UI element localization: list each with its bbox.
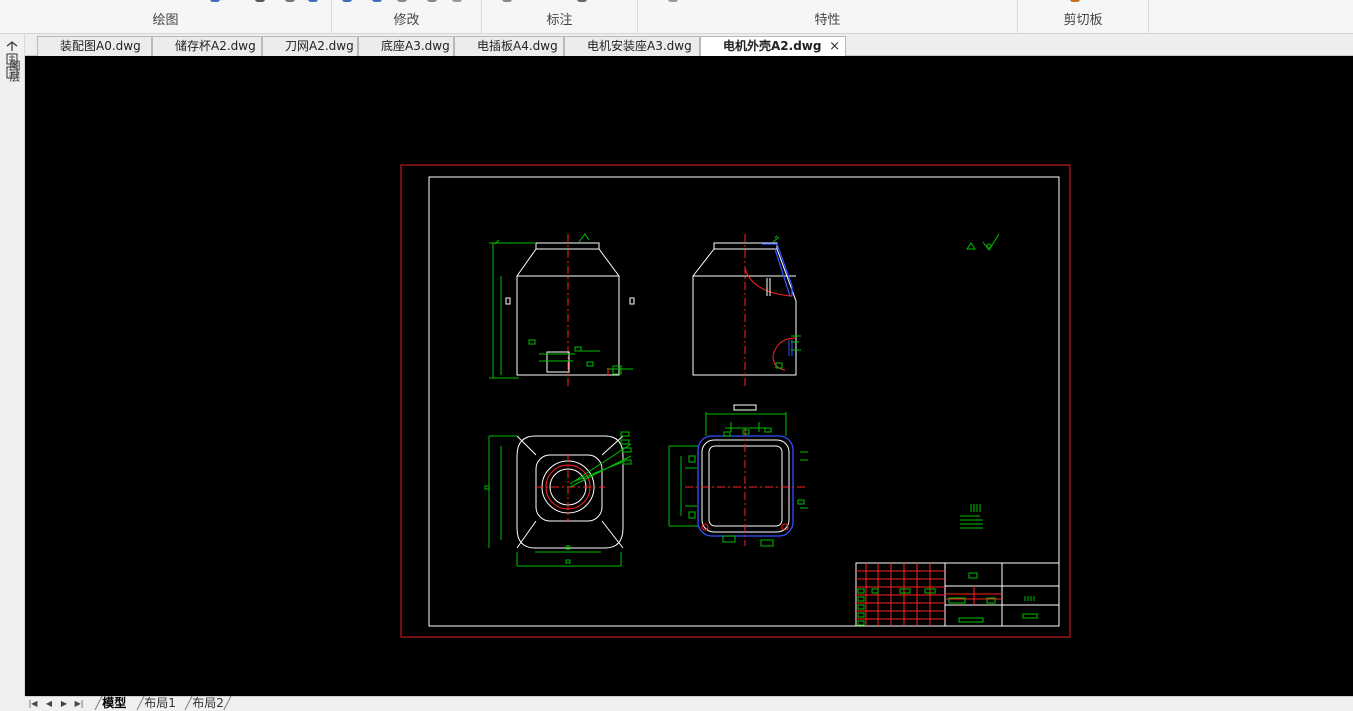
ribbon-group-dimension[interactable]: 标注 [482, 0, 638, 34]
layer-panel-label[interactable]: 图层 [6, 60, 22, 82]
inner-drawing-border [428, 176, 1060, 627]
ribbon-group-draw[interactable]: 绘图 [0, 0, 332, 34]
tab-blade-mesh-a2[interactable]: 刀网A2.dwg [262, 36, 358, 56]
tab-layout2[interactable]: ╱布局2╱ [181, 696, 235, 711]
layout-tab-bar: |◀ ◀ ▶ ▶| ╱模型 ╱布局1 ╱布局2╱ [25, 696, 1353, 710]
ribbon-group-properties[interactable]: 特性 [638, 0, 1018, 34]
outer-sheet-frame [400, 164, 1071, 638]
tab-motor-housing-a2[interactable]: 电机外壳A2.dwg × [700, 36, 846, 57]
tab-assembly-a0[interactable]: 装配图A0.dwg [37, 36, 152, 56]
surface-roughness-note [966, 233, 1000, 251]
layer-side-panel[interactable] [0, 34, 25, 696]
ribbon-group-modify[interactable]: 修改 [332, 0, 482, 34]
prev-layout-icon[interactable]: ◀ [43, 698, 55, 710]
document-tab-bar: 装配图A0.dwg 储存杯A2.dwg 刀网A2.dwg 底座A3.dwg 电插… [25, 34, 1353, 57]
ribbon-group-clipboard[interactable]: 剪切板 [1018, 0, 1149, 34]
technical-notes [960, 504, 983, 529]
title-block [855, 562, 1060, 627]
last-layout-icon[interactable]: ▶| [73, 698, 85, 710]
tab-label: 布局1 [144, 696, 176, 710]
tab-label: 装配图A0.dwg [60, 39, 141, 53]
ribbon-group-label: 标注 [546, 13, 573, 28]
tab-label: 电插板A4.dwg [477, 39, 558, 53]
tab-motor-mount-a3[interactable]: 电机安装座A3.dwg [564, 36, 700, 56]
top-plan-view [484, 431, 632, 567]
tab-label: 储存杯A2.dwg [175, 39, 256, 53]
tab-label: 刀网A2.dwg [285, 39, 354, 53]
close-icon[interactable]: × [829, 37, 840, 56]
tab-label: 电机安装座A3.dwg [587, 39, 692, 53]
cad-drawing[interactable] [25, 56, 1353, 696]
ribbon-panel: 绘图 修改 标注 特性 剪切板 [0, 0, 1353, 34]
tab-plug-board-a4[interactable]: 电插板A4.dwg [454, 36, 564, 56]
side-section-view [692, 234, 801, 386]
drawing-canvas[interactable] [25, 56, 1353, 696]
first-layout-icon[interactable]: |◀ [27, 698, 39, 710]
ribbon-group-label: 绘图 [152, 13, 179, 28]
tab-label: 模型 [102, 696, 127, 710]
tab-layout1[interactable]: ╱布局1 [133, 696, 180, 711]
ribbon-group-label: 剪切板 [1063, 13, 1103, 28]
tab-storage-cup-a2[interactable]: 储存杯A2.dwg [152, 36, 262, 56]
section-plan-view [668, 404, 808, 547]
tab-label: 底座A3.dwg [381, 39, 450, 53]
tab-label: 电机外壳A2.dwg [723, 39, 822, 53]
ribbon-group-label: 特性 [814, 13, 841, 28]
front-view [489, 233, 635, 386]
ribbon-group-label: 修改 [393, 13, 420, 28]
tab-label: 布局2 [192, 696, 224, 710]
tab-model[interactable]: ╱模型 [91, 696, 130, 711]
tab-base-a3[interactable]: 底座A3.dwg [358, 36, 454, 56]
next-layout-icon[interactable]: ▶ [58, 698, 70, 710]
